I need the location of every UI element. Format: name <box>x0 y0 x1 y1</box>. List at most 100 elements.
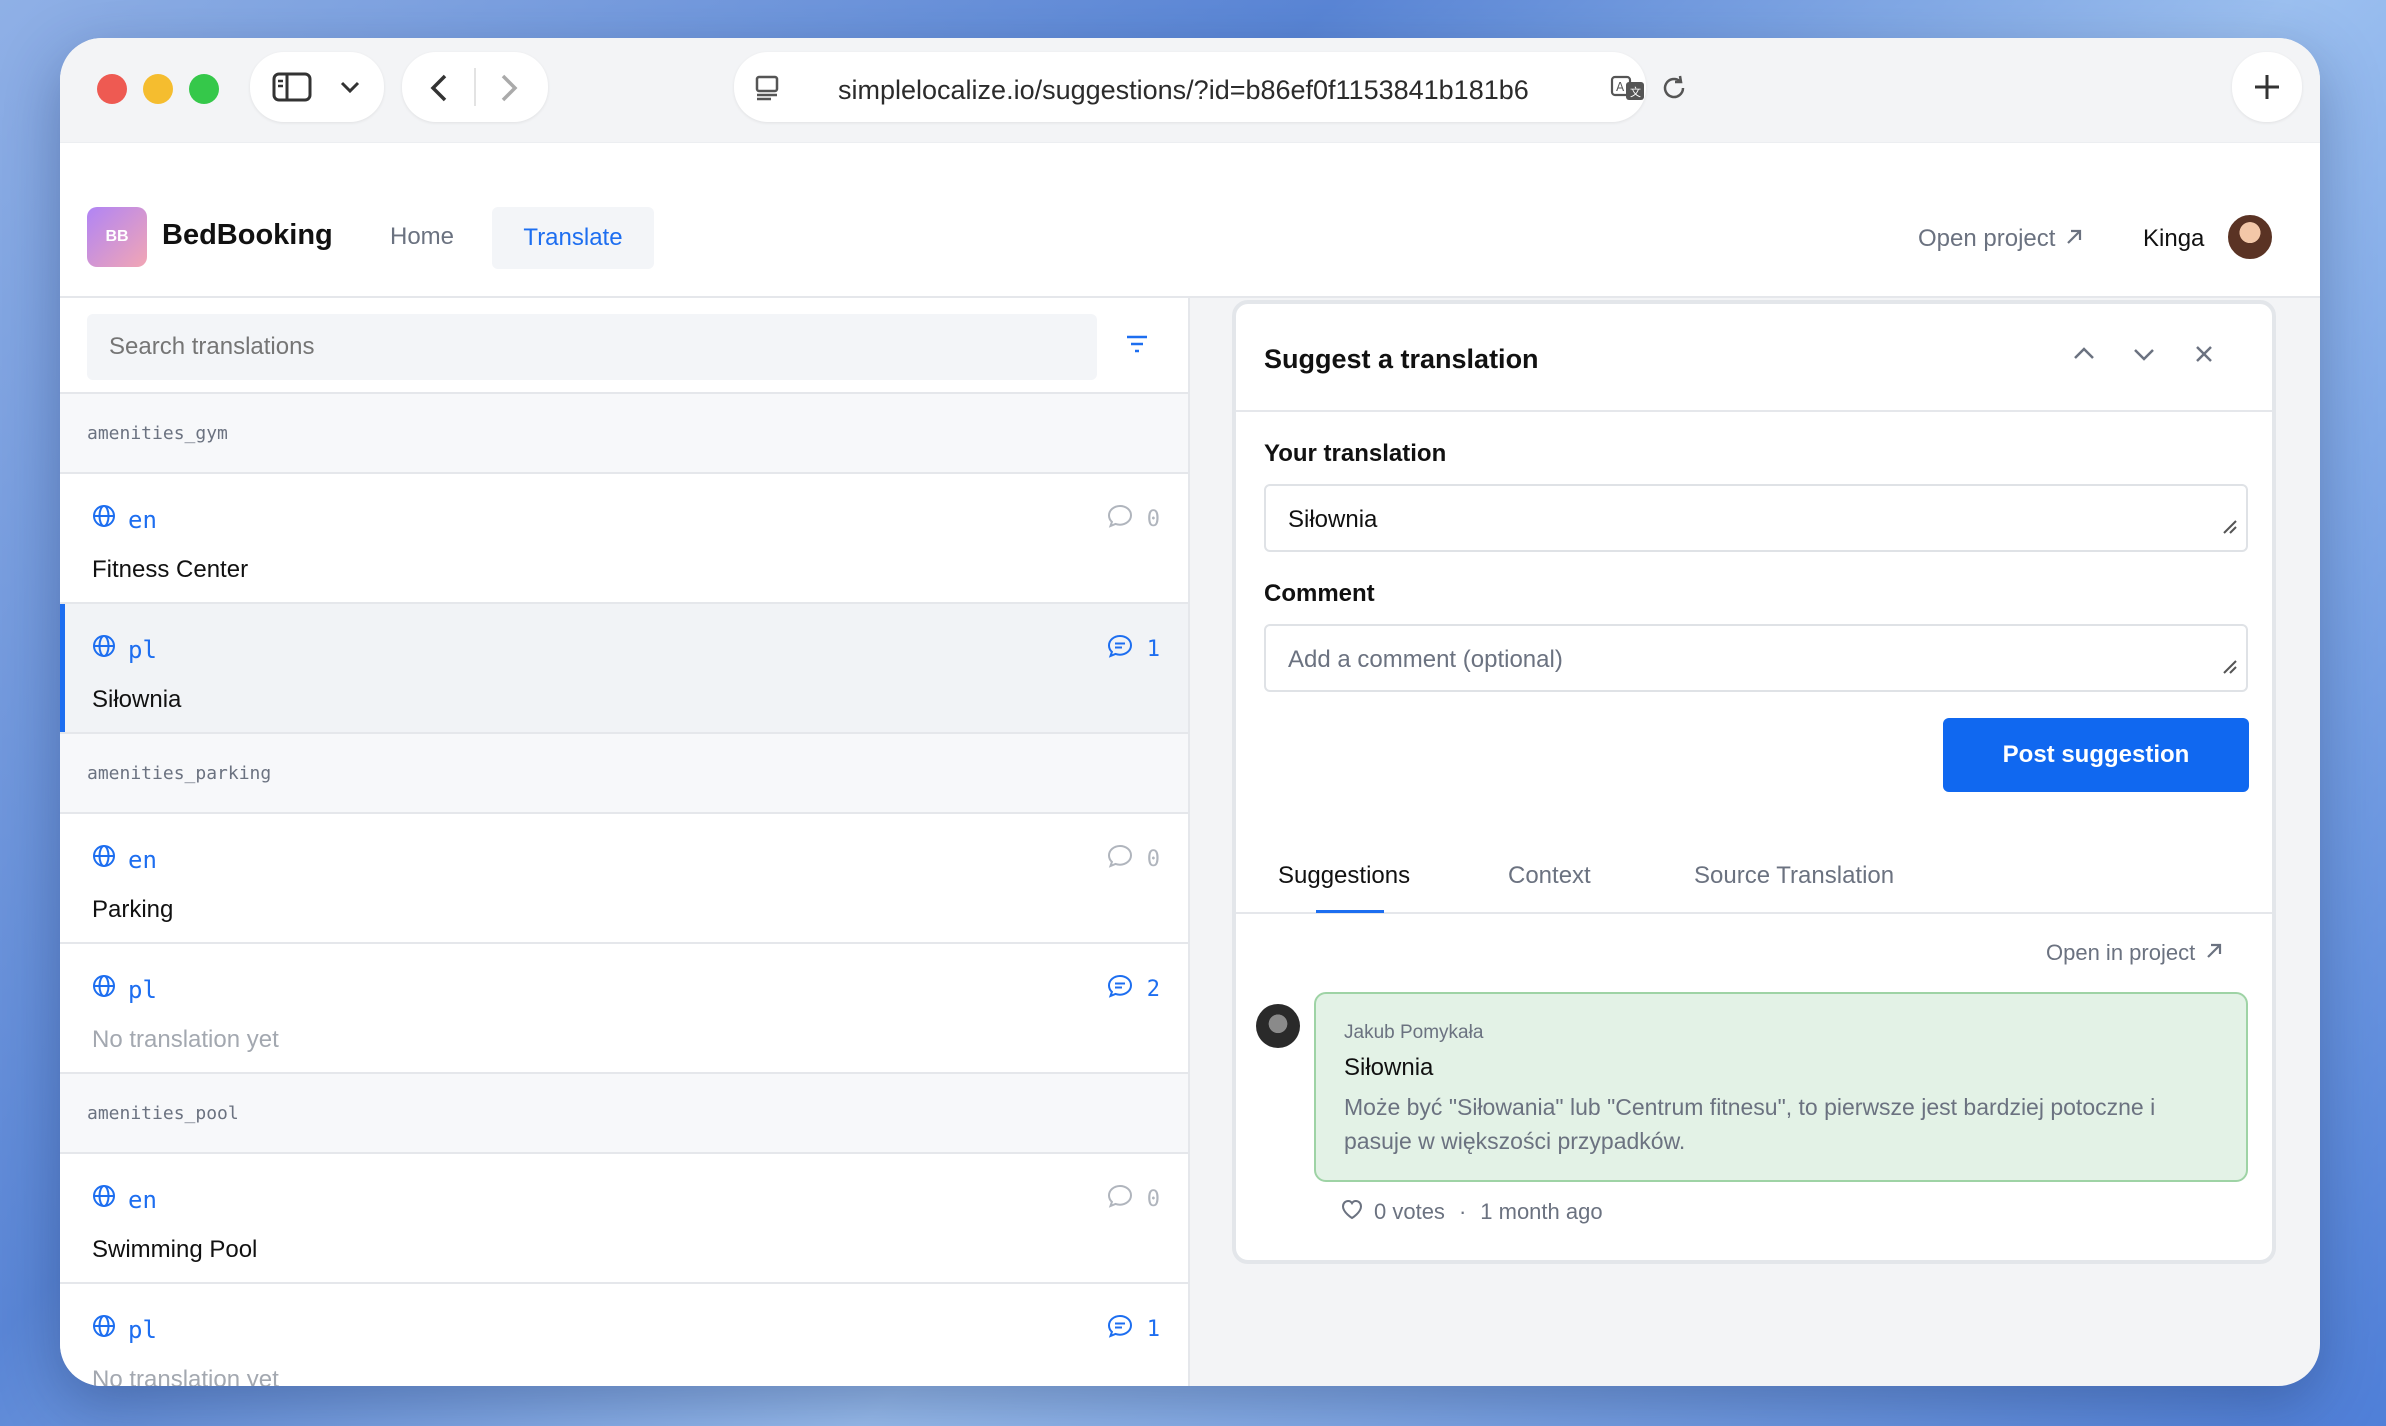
suggestion-meta: 0 votes · 1 month ago <box>1340 1198 1603 1226</box>
translation-key: amenities_gym <box>60 394 1188 474</box>
comment-label: Comment <box>1264 580 1375 607</box>
translation-text: Siłownia <box>92 686 182 713</box>
your-translation-value: Siłownia <box>1288 506 1378 533</box>
tab-context[interactable]: Context <box>1508 862 1591 890</box>
globe-icon <box>92 844 116 875</box>
tab-suggestions[interactable]: Suggestions <box>1278 862 1410 890</box>
translation-row[interactable]: pl 1 No translation yet <box>60 1284 1188 1386</box>
comment-count[interactable]: 1 <box>1107 634 1160 664</box>
open-in-project-link[interactable]: Open in project <box>2046 940 2223 966</box>
open-project-link[interactable]: Open project <box>1918 225 2083 253</box>
panel-tabs: Suggestions Context Source Translation <box>1236 844 2272 914</box>
language-tag: en <box>92 504 157 535</box>
nav-divider <box>474 68 476 106</box>
svg-text:A: A <box>1616 80 1625 94</box>
comment-count[interactable]: 1 <box>1107 1314 1160 1344</box>
resize-handle-icon[interactable] <box>2220 654 2238 682</box>
translation-groups: amenities_gym en 0 Fitness Center pl 1 S… <box>60 394 1188 1386</box>
translation-text: Parking <box>92 896 174 923</box>
resize-handle-icon[interactable] <box>2220 514 2238 542</box>
back-arrow-icon[interactable] <box>430 74 448 102</box>
new-tab-button[interactable] <box>2232 52 2302 122</box>
translation-row[interactable]: en 0 Parking <box>60 814 1188 944</box>
search-input[interactable] <box>87 314 1097 380</box>
translation-text: No translation yet <box>92 1366 279 1386</box>
comment-count-value: 0 <box>1146 1186 1160 1212</box>
comment-count-value: 2 <box>1146 976 1160 1002</box>
chevron-up-icon[interactable] <box>2072 342 2096 371</box>
comment-count-value: 1 <box>1146 636 1160 662</box>
active-tab-indicator <box>1316 910 1384 913</box>
close-window-button[interactable] <box>97 74 127 104</box>
language-code: en <box>128 505 157 534</box>
comment-count[interactable]: 2 <box>1107 974 1160 1004</box>
user-avatar[interactable] <box>2226 213 2274 261</box>
globe-icon <box>92 1314 116 1345</box>
suggestion-author: Jakub Pomykała <box>1344 1022 1484 1043</box>
language-tag: pl <box>92 634 157 665</box>
translation-row[interactable]: pl 2 No translation yet <box>60 944 1188 1074</box>
svg-text:文: 文 <box>1630 85 1641 99</box>
sidebar-toggle-group[interactable] <box>250 52 384 122</box>
comment-count-value: 0 <box>1146 506 1160 532</box>
translation-row[interactable]: en 0 Swimming Pool <box>60 1154 1188 1284</box>
url-text[interactable]: simplelocalize.io/suggestions/?id=b86ef0… <box>838 75 1538 106</box>
language-code: pl <box>128 635 157 664</box>
open-project-label: Open project <box>1918 225 2056 252</box>
heart-icon[interactable] <box>1340 1198 1364 1226</box>
close-icon[interactable] <box>2192 342 2216 371</box>
browser-window: A文 simplelocalize.io/suggestions/?id=b86… <box>60 38 2320 1386</box>
forward-arrow-icon[interactable] <box>500 74 518 102</box>
suggestion-time: 1 month ago <box>1480 1199 1603 1224</box>
chevron-down-icon[interactable] <box>340 80 360 94</box>
external-arrow-icon <box>2205 940 2223 966</box>
language-code: en <box>128 845 157 874</box>
project-logo[interactable]: BB <box>87 207 147 267</box>
panel-header: Suggest a translation <box>1236 304 2272 412</box>
language-tag: pl <box>92 974 157 1005</box>
globe-icon <box>92 974 116 1005</box>
globe-icon <box>92 1184 116 1215</box>
filter-icon[interactable] <box>1125 334 1149 359</box>
comment-icon <box>1107 1184 1133 1214</box>
project-name[interactable]: BedBooking <box>162 219 333 252</box>
translation-row-selected[interactable]: pl 1 Siłownia <box>60 604 1188 734</box>
nav-home[interactable]: Home <box>390 223 454 251</box>
post-suggestion-button[interactable]: Post suggestion <box>1943 718 2249 792</box>
comment-filled-icon <box>1107 634 1133 664</box>
tab-source-translation[interactable]: Source Translation <box>1694 862 1894 890</box>
language-code: pl <box>128 975 157 1004</box>
language-code: en <box>128 1185 157 1214</box>
zoom-window-button[interactable] <box>189 74 219 104</box>
meta-separator: · <box>1458 1199 1467 1224</box>
nav-translate[interactable]: Translate <box>492 207 654 269</box>
chevron-down-icon[interactable] <box>2132 342 2156 371</box>
your-translation-label: Your translation <box>1264 440 1447 467</box>
comment-count[interactable]: 0 <box>1107 504 1160 534</box>
suggestion-text: Siłownia <box>1344 1054 1434 1081</box>
reload-icon[interactable] <box>1660 74 1688 102</box>
suggestion-card[interactable]: Jakub Pomykała Siłownia Może być "Siłowa… <box>1314 992 2248 1182</box>
translate-page-icon[interactable]: A文 <box>1610 74 1646 102</box>
comment-filled-icon <box>1107 1314 1133 1344</box>
comment-filled-icon <box>1107 974 1133 1004</box>
vote-count: 0 votes <box>1374 1199 1445 1224</box>
plus-icon <box>2253 73 2281 101</box>
comment-field[interactable]: Add a comment (optional) <box>1264 624 2248 692</box>
panel-title: Suggest a translation <box>1264 344 1539 374</box>
language-tag: en <box>92 844 157 875</box>
language-tag: pl <box>92 1314 157 1345</box>
app-header: BB BedBooking Home Translate Open projec… <box>60 142 2320 298</box>
comment-count[interactable]: 0 <box>1107 844 1160 874</box>
translation-text: No translation yet <box>92 1026 279 1053</box>
your-translation-field[interactable]: Siłownia <box>1264 484 2248 552</box>
external-arrow-icon <box>2065 225 2083 253</box>
minimize-window-button[interactable] <box>143 74 173 104</box>
comment-count[interactable]: 0 <box>1107 1184 1160 1214</box>
suggestion-comment: Może być "Siłowania" lub "Centrum fitnes… <box>1344 1094 2156 1154</box>
comment-placeholder: Add a comment (optional) <box>1288 646 1563 673</box>
open-in-project-label: Open in project <box>2046 940 2196 965</box>
translation-text: Swimming Pool <box>92 1236 258 1263</box>
user-name[interactable]: Kinga <box>2143 225 2204 253</box>
translation-row[interactable]: en 0 Fitness Center <box>60 474 1188 604</box>
